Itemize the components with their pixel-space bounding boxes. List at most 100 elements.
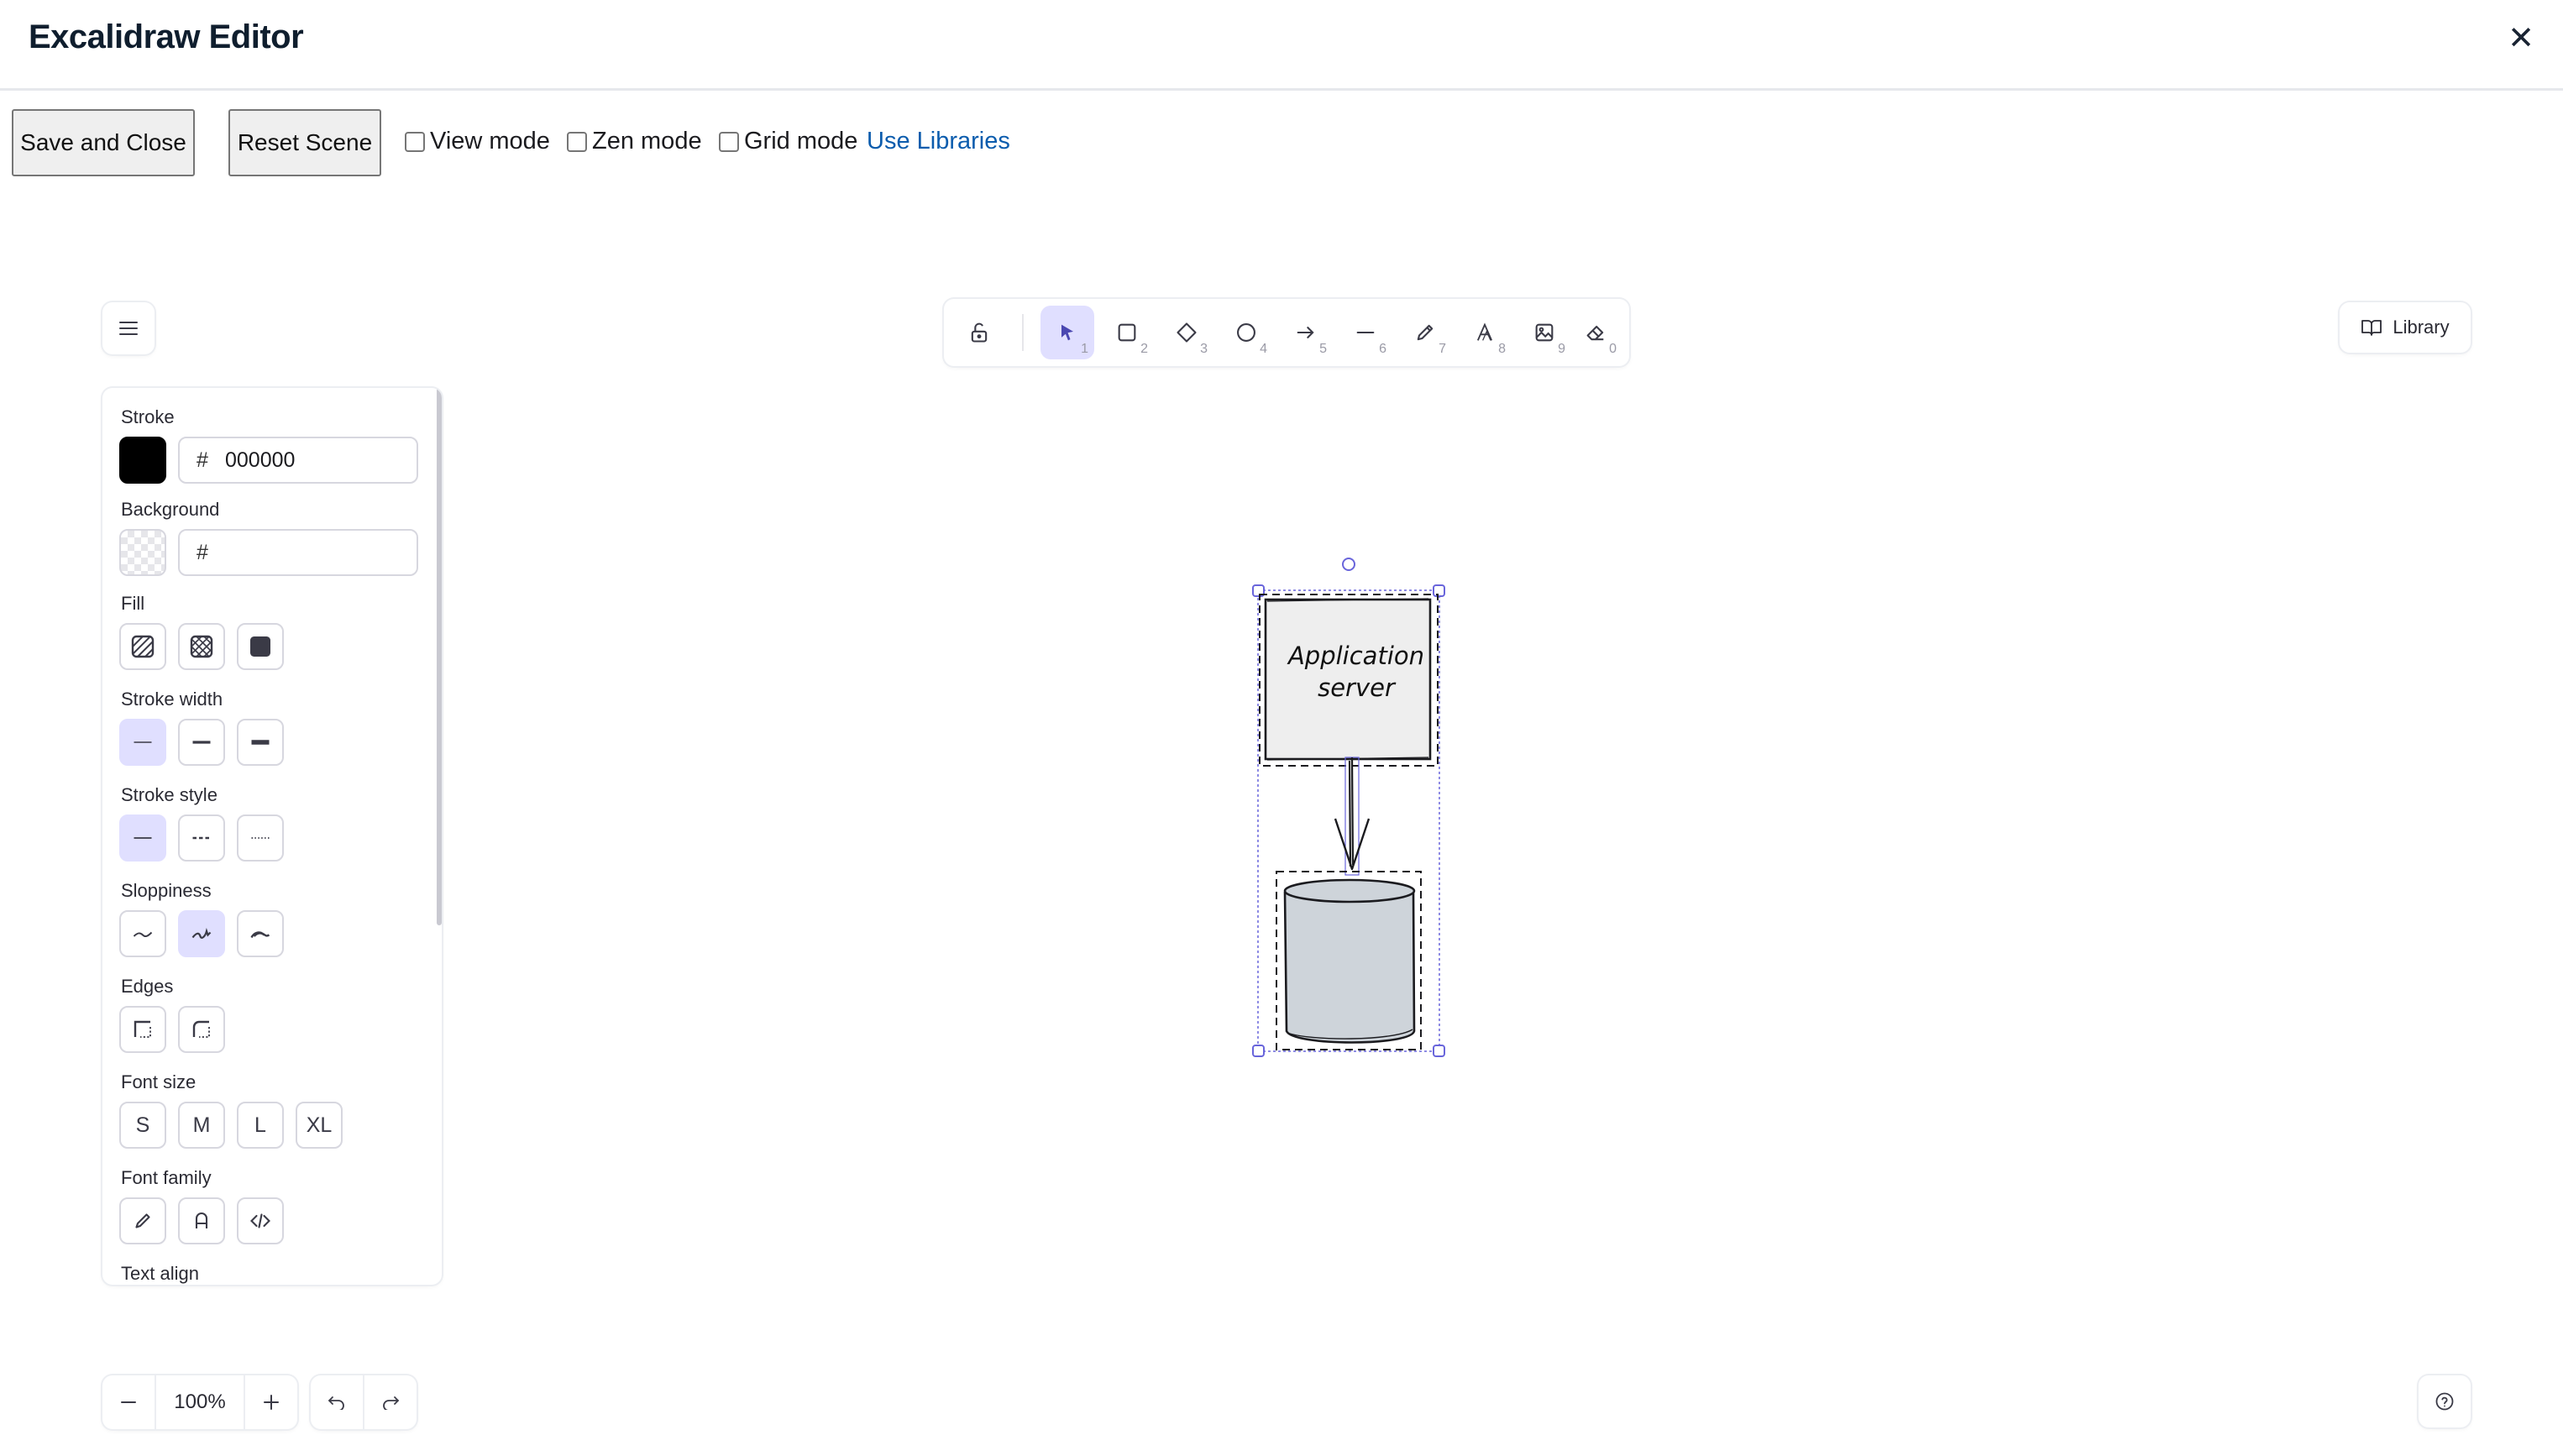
help-icon — [2435, 1392, 2454, 1411]
stroke-color-swatch[interactable] — [119, 437, 166, 484]
grid-mode-label: Grid mode — [744, 128, 858, 155]
resize-handle-se[interactable] — [1433, 1045, 1445, 1057]
pencil-icon[interactable]: 7 — [1398, 306, 1452, 359]
zen-mode-checkbox[interactable]: Zen mode — [567, 128, 702, 155]
tool-key: 9 — [1558, 342, 1565, 356]
sloppiness-architect-button[interactable] — [119, 910, 166, 957]
redo-button[interactable] — [363, 1375, 417, 1429]
fill-cross-hatch-button[interactable] — [178, 623, 225, 670]
selected-drawing[interactable]: Application server — [1243, 546, 1470, 1066]
selection-icon[interactable]: 1 — [1040, 306, 1094, 359]
use-libraries-link[interactable]: Use Libraries — [867, 128, 1010, 155]
sloppiness-cartoonist-button[interactable] — [237, 910, 284, 957]
grid-mode-checkbox-box[interactable] — [719, 131, 739, 152]
rectangle-icon[interactable]: 2 — [1100, 306, 1154, 359]
edges-sharp-button[interactable] — [119, 1006, 166, 1053]
tool-key: 2 — [1140, 342, 1148, 356]
stroke-width-bold-button[interactable] — [178, 719, 225, 766]
main-menu-button[interactable] — [102, 302, 155, 354]
tool-key: 3 — [1200, 342, 1208, 356]
font-size-l-button[interactable]: L — [237, 1102, 284, 1149]
dotted-line-icon — [251, 837, 270, 839]
extra-bold-line-icon — [251, 740, 270, 745]
eraser-icon[interactable]: 0 — [1569, 306, 1622, 359]
round-edges-icon — [192, 1020, 210, 1038]
reset-scene-button[interactable]: Reset Scene — [228, 109, 381, 176]
font-family-normal-button[interactable] — [178, 1197, 225, 1244]
view-mode-checkbox[interactable]: View mode — [405, 128, 550, 155]
sloppiness-label: Sloppiness — [121, 880, 212, 901]
line-icon[interactable]: 6 — [1339, 306, 1392, 359]
edges-round-button[interactable] — [178, 1006, 225, 1053]
save-and-close-button[interactable]: Save and Close — [12, 109, 195, 176]
stroke-style-dotted-button[interactable] — [237, 814, 284, 862]
stroke-hex-input[interactable]: # 000000 — [178, 437, 418, 484]
ellipse-icon[interactable]: 4 — [1219, 306, 1273, 359]
edges-label: Edges — [121, 976, 174, 997]
panel-scrollbar[interactable] — [437, 388, 442, 925]
resize-handle-ne[interactable] — [1433, 584, 1445, 597]
library-label: Library — [2393, 317, 2450, 338]
action-bar: Save and Close Reset Scene View mode Zen… — [0, 109, 1176, 176]
dashed-line-icon — [192, 836, 211, 840]
stroke-style-dashed-button[interactable] — [178, 814, 225, 862]
undo-icon — [328, 1396, 344, 1410]
hachure-icon — [131, 635, 155, 658]
font-size-label: Font size — [121, 1071, 197, 1092]
database-cylinder-body[interactable] — [1283, 889, 1416, 1044]
font-family-hand-drawn-button[interactable] — [119, 1197, 166, 1244]
help-button[interactable] — [2419, 1375, 2471, 1427]
font-size-s-button[interactable]: S — [119, 1102, 166, 1149]
undo-button[interactable] — [311, 1375, 363, 1429]
tool-key: 1 — [1081, 342, 1088, 356]
redo-icon — [383, 1396, 399, 1410]
view-mode-checkbox-box[interactable] — [405, 131, 425, 152]
image-icon[interactable]: 9 — [1517, 306, 1571, 359]
hash-symbol: # — [197, 448, 208, 472]
sloppiness-artist-button[interactable] — [178, 910, 225, 957]
background-color-swatch[interactable] — [119, 529, 166, 576]
cross-hatch-icon — [190, 635, 213, 658]
diamond-icon[interactable]: 3 — [1160, 306, 1213, 359]
close-icon[interactable]: ✕ — [2501, 18, 2541, 59]
pencil-icon — [135, 1213, 150, 1228]
database-cylinder-top — [1283, 878, 1416, 903]
modal-header: Excalidraw Editor ✕ — [0, 0, 2563, 91]
zoom-controls: 100% — [102, 1375, 297, 1429]
properties-panel: Stroke # 000000 Background # Fill Stroke… — [102, 388, 442, 1285]
lock-icon[interactable] — [952, 306, 1006, 359]
resize-handle-sw[interactable] — [1252, 1045, 1265, 1057]
font-size-xl-button[interactable]: XL — [296, 1102, 343, 1149]
undo-redo-controls — [311, 1375, 417, 1429]
diagram-svg — [1252, 558, 1445, 1057]
book-icon — [2361, 320, 2382, 336]
fill-solid-button[interactable] — [237, 623, 284, 670]
tool-key: 0 — [1609, 342, 1617, 356]
grid-mode-checkbox[interactable]: Grid mode — [719, 128, 857, 155]
stroke-width-extra-bold-button[interactable] — [237, 719, 284, 766]
zoom-out-button[interactable] — [102, 1375, 155, 1429]
stroke-width-thin-button[interactable] — [119, 719, 166, 766]
zoom-level[interactable]: 100% — [155, 1375, 245, 1429]
zoom-in-button[interactable] — [245, 1375, 297, 1429]
arrow-shaft[interactable] — [1348, 757, 1355, 867]
stroke-width-label: Stroke width — [121, 689, 223, 710]
tool-key: 5 — [1319, 342, 1327, 356]
font-family-code-button[interactable] — [237, 1197, 284, 1244]
fill-label: Fill — [121, 593, 145, 614]
text-icon[interactable]: 8 — [1458, 306, 1512, 359]
font-size-m-button[interactable]: M — [178, 1102, 225, 1149]
background-hex-input[interactable]: # — [178, 529, 418, 576]
code-icon — [250, 1213, 270, 1228]
stroke-style-solid-button[interactable] — [119, 814, 166, 862]
fill-hachure-button[interactable] — [119, 623, 166, 670]
library-button[interactable]: Library — [2340, 302, 2471, 353]
thin-line-icon — [134, 741, 152, 743]
zen-mode-label: Zen mode — [592, 128, 702, 155]
tool-key: 7 — [1439, 342, 1446, 356]
hash-symbol: # — [197, 540, 208, 564]
arrow-icon[interactable]: 5 — [1279, 306, 1333, 359]
rotate-handle[interactable] — [1342, 558, 1355, 571]
zen-mode-checkbox-box[interactable] — [567, 131, 587, 152]
stroke-style-label: Stroke style — [121, 784, 218, 805]
